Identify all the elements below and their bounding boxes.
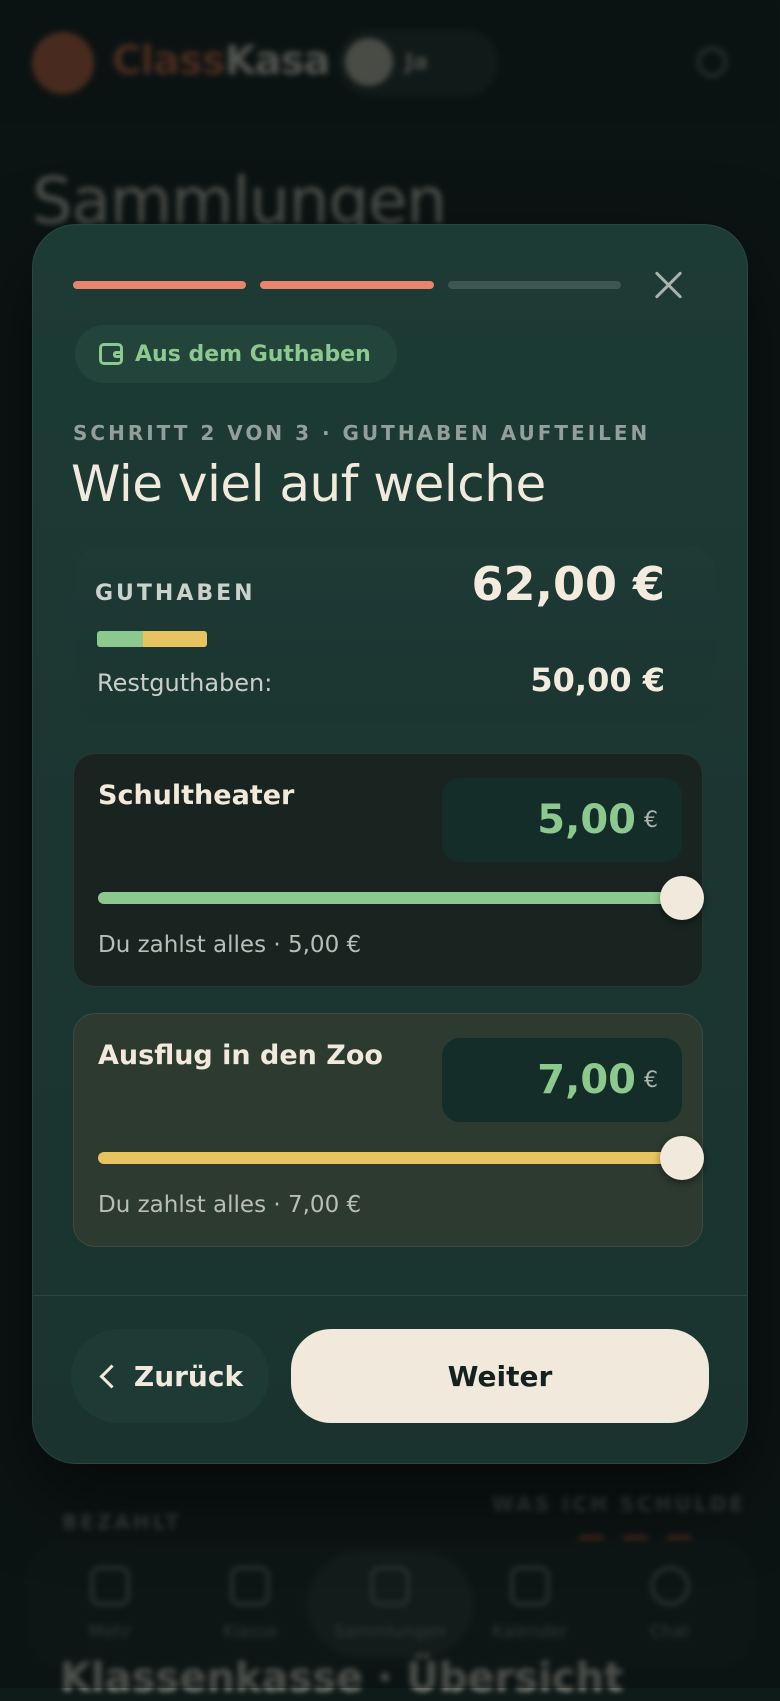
balance-usage-green [97, 631, 144, 647]
rest-balance-label: Restguthaben: [97, 669, 273, 697]
source-badge: Aus dem Guthaben [75, 325, 397, 383]
back-button-label: Zurück [133, 1359, 244, 1393]
close-icon[interactable] [653, 269, 685, 301]
rest-balance-amount: 50,00 € [530, 661, 665, 699]
allocation-item: Ausflug in den Zoo 7,00 € Du zahlst alle… [73, 1013, 704, 1247]
step-progress [73, 281, 621, 289]
amount-slider[interactable] [98, 876, 704, 920]
wallet-icon [99, 343, 123, 365]
currency-symbol: € [644, 807, 658, 833]
next-button-label: Weiter [447, 1359, 553, 1393]
slider-thumb[interactable] [660, 876, 704, 920]
balance-label: GUTHABEN [95, 581, 256, 606]
footer-divider [33, 1295, 747, 1296]
balance-usage-yellow [143, 631, 207, 647]
allocate-balance-modal: Aus dem Guthaben SCHRITT 2 VON 3 · GUTHA… [32, 224, 748, 1464]
amount-value: 5,00 [537, 797, 636, 843]
slider-thumb[interactable] [660, 1136, 704, 1180]
chevron-left-icon [99, 1363, 124, 1389]
step-label: SCHRITT 2 VON 3 · GUTHABEN AUFTEILEN [73, 421, 651, 445]
back-button[interactable]: Zurück [71, 1329, 269, 1423]
progress-segment-1 [73, 281, 247, 289]
amount-input[interactable]: 7,00 € [442, 1038, 682, 1122]
item-name: Ausflug in den Zoo [98, 1040, 383, 1071]
item-name: Schultheater [98, 780, 295, 811]
source-badge-label: Aus dem Guthaben [135, 341, 371, 367]
amount-input[interactable]: 5,00 € [442, 778, 682, 862]
item-note: Du zahlst alles · 7,00 € [98, 1192, 362, 1218]
amount-slider[interactable] [98, 1136, 704, 1180]
item-note: Du zahlst alles · 5,00 € [98, 932, 362, 958]
amount-value: 7,00 [537, 1057, 636, 1103]
balance-amount: 62,00 € [471, 557, 665, 611]
balance-usage-bar [97, 631, 207, 647]
next-button[interactable]: Weiter [291, 1329, 709, 1423]
progress-segment-2 [260, 281, 434, 289]
modal-title: Wie viel auf welche [71, 455, 546, 513]
currency-symbol: € [644, 1067, 658, 1093]
allocation-item: Schultheater 5,00 € Du zahlst alles · 5,… [73, 753, 704, 987]
progress-segment-3 [447, 281, 621, 289]
